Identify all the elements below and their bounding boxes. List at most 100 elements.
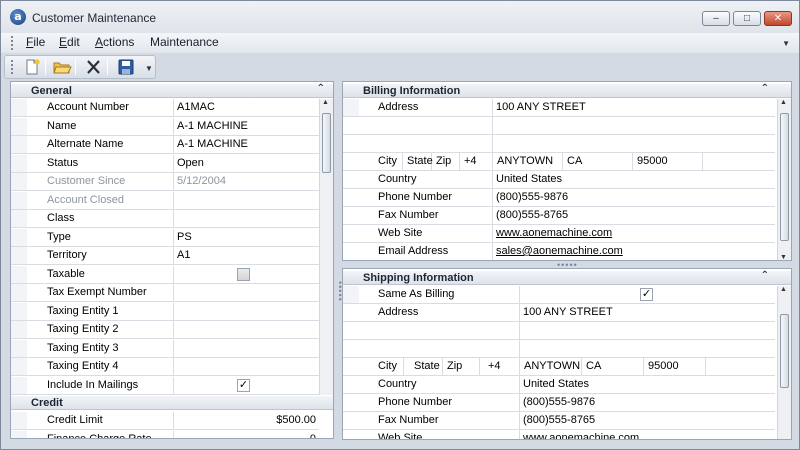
shipping-plus4-value[interactable] — [706, 358, 775, 376]
open-button[interactable] — [52, 58, 72, 76]
billing-plus4-label: +4 — [460, 153, 493, 171]
general-scrollbar-thumb[interactable] — [322, 113, 331, 173]
billing-fax-value[interactable]: (800)555-8765 — [493, 207, 775, 225]
shipping-city-value[interactable]: ANYTOWN — [520, 358, 582, 376]
table-row: Taxing Entity 3 — [11, 339, 319, 358]
menu-grip-handle[interactable] — [11, 36, 13, 50]
shipping-web-link[interactable]: www.aonemachine.com — [520, 430, 775, 439]
menu-actions[interactable]: Actions — [95, 35, 134, 49]
new-button[interactable] — [22, 58, 42, 76]
shipping-fax-value[interactable]: (800)555-8765 — [520, 412, 775, 430]
billing-city-value[interactable]: ANYTOWN — [493, 153, 563, 171]
property-value[interactable] — [174, 192, 319, 210]
property-value[interactable]: A1MAC — [174, 99, 319, 117]
property-value[interactable] — [174, 303, 319, 321]
scroll-up-icon[interactable]: ▲ — [322, 99, 329, 106]
shipping-scrollbar-thumb[interactable] — [780, 314, 789, 388]
minimize-button[interactable]: – — [702, 11, 730, 26]
property-name: Taxing Entity 3 — [11, 339, 174, 358]
property-value[interactable]: 5/12/2004 — [174, 173, 319, 191]
property-value[interactable] — [174, 321, 319, 339]
property-value[interactable] — [174, 284, 319, 302]
toolbar-overflow-icon[interactable]: ▼ — [145, 64, 153, 73]
billing-plus4-value[interactable] — [703, 153, 775, 171]
billing-zip-value[interactable]: 95000 — [633, 153, 703, 171]
shipping-state-value[interactable]: CA — [582, 358, 644, 376]
credit-section-header[interactable]: Credit — [11, 396, 333, 410]
billing-address-line2[interactable] — [493, 117, 775, 135]
shipping-address-line1[interactable]: 100 ANY STREET — [520, 304, 775, 322]
shipping-address-row-2 — [343, 322, 775, 340]
toolbar-grip-handle[interactable] — [11, 60, 13, 74]
property-value[interactable] — [174, 358, 319, 376]
billing-address-line1[interactable]: 100 ANY STREET — [493, 99, 775, 117]
menu-file[interactable]: File — [26, 35, 45, 49]
menu-edit-accel: E — [59, 35, 68, 49]
close-button[interactable]: ✕ — [764, 11, 792, 26]
billing-web-link[interactable]: www.aonemachine.com — [493, 225, 775, 243]
shipping-scrollbar[interactable]: ▲ — [777, 286, 791, 439]
property-name: Alternate Name — [11, 136, 174, 154]
billing-state-value[interactable]: CA — [563, 153, 633, 171]
billing-address-line3[interactable] — [493, 135, 775, 153]
table-row: Finance Charge Rate 0 — [11, 430, 319, 439]
scroll-down-icon[interactable]: ▼ — [780, 254, 787, 260]
shipping-city-row: City State Zip +4 ANYTOWN CA 95000 — [343, 358, 775, 376]
menu-maintenance-label: Maintenance — [150, 35, 219, 49]
property-value[interactable]: A1 — [174, 247, 319, 265]
shipping-section-header[interactable]: Shipping Information ⌃ — [343, 270, 791, 285]
property-value[interactable]: A-1 MACHINE — [174, 118, 319, 136]
menu-overflow-icon[interactable]: ▼ — [782, 39, 790, 48]
new-document-icon — [26, 59, 40, 75]
billing-scrollbar-thumb[interactable] — [780, 113, 789, 241]
billing-address-row-3 — [343, 135, 775, 153]
billing-scrollbar[interactable]: ▲ ▼ — [777, 99, 791, 260]
table-row: Name A-1 MACHINE — [11, 117, 319, 136]
general-section-title: General — [31, 85, 72, 97]
collapse-icon[interactable]: ⌃ — [761, 270, 769, 281]
property-name: Territory — [11, 247, 174, 265]
shipping-country-value[interactable]: United States — [520, 376, 775, 394]
shipping-phone-value[interactable]: (800)555-9876 — [520, 394, 775, 412]
save-button[interactable] — [116, 58, 136, 76]
shipping-zip-value[interactable]: 95000 — [644, 358, 706, 376]
general-section-header[interactable]: General ⌃ — [11, 83, 333, 98]
general-scrollbar[interactable]: ▲ — [319, 99, 333, 395]
property-value[interactable]: $500.00 — [174, 412, 319, 430]
property-value[interactable] — [174, 340, 319, 358]
scroll-up-icon[interactable]: ▲ — [780, 286, 787, 293]
property-value[interactable] — [174, 266, 319, 284]
shipping-address-line2[interactable] — [520, 322, 775, 340]
collapse-icon[interactable]: ⌃ — [761, 83, 769, 94]
billing-country-value[interactable]: United States — [493, 171, 775, 189]
billing-city-row: City State Zip +4 ANYTOWN CA 95000 — [343, 153, 775, 171]
unchecked-checkbox[interactable] — [237, 267, 250, 281]
table-row: Include In Mailings ✓ — [11, 376, 319, 395]
shipping-city-label: City — [359, 358, 404, 376]
property-value[interactable]: ✓ — [174, 377, 319, 395]
property-value[interactable]: 0 — [174, 431, 319, 439]
maximize-button[interactable]: □ — [733, 11, 761, 26]
shipping-same-row: Same As Billing ✓ — [343, 286, 775, 304]
menu-edit[interactable]: Edit — [59, 35, 80, 49]
scroll-up-icon[interactable]: ▲ — [780, 99, 787, 106]
checked-checkbox[interactable]: ✓ — [237, 378, 250, 392]
property-name: Taxing Entity 1 — [11, 302, 174, 321]
same-as-billing-checkbox[interactable]: ✓ — [640, 288, 653, 301]
collapse-icon[interactable]: ⌃ — [317, 83, 325, 94]
credit-section-title: Credit — [31, 397, 63, 409]
billing-country-label: Country — [343, 171, 493, 189]
menu-maintenance[interactable]: Maintenance — [150, 35, 219, 49]
property-value[interactable]: A-1 MACHINE — [174, 136, 319, 154]
billing-phone-value[interactable]: (800)555-9876 — [493, 189, 775, 207]
shipping-address-row: Address 100 ANY STREET — [343, 304, 775, 322]
property-name: Type — [11, 228, 174, 247]
shipping-address-line3[interactable] — [520, 340, 775, 358]
save-icon — [118, 59, 134, 75]
property-value[interactable]: PS — [174, 229, 319, 247]
billing-email-link[interactable]: sales@aonemachine.com — [493, 243, 775, 260]
property-value[interactable]: Open — [174, 155, 319, 173]
property-value[interactable] — [174, 210, 319, 228]
billing-section-header[interactable]: Billing Information ⌃ — [343, 83, 791, 98]
delete-button[interactable] — [84, 58, 104, 76]
